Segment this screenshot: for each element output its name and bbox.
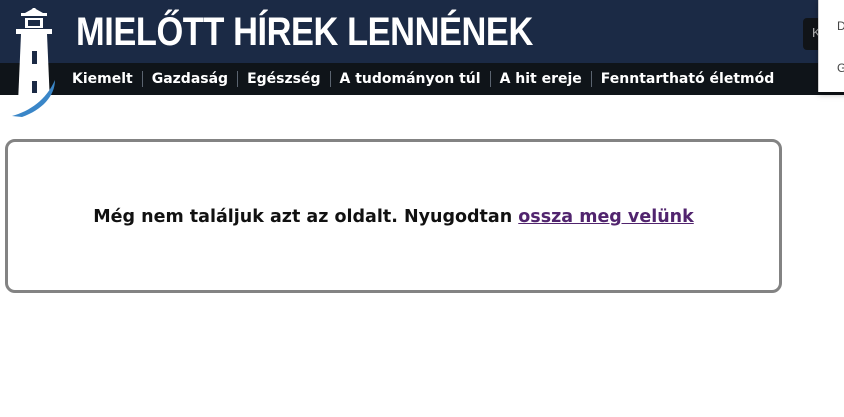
nav-items: Kiemelt Gazdaság Egészség A tudományon t… (63, 63, 783, 95)
nav-item-egeszseg[interactable]: Egészség (238, 71, 329, 87)
main-navigation: Kiemelt Gazdaság Egészség A tudományon t… (0, 63, 844, 95)
nav-item-a-hit-ereje[interactable]: A hit ereje (491, 71, 591, 87)
nav-item-gazdasag[interactable]: Gazdaság (143, 71, 237, 87)
share-with-us-link[interactable]: ossza meg velünk (518, 207, 694, 227)
nav-item-a-tudomanyon-tul[interactable]: A tudományon túl (331, 71, 490, 87)
header-top-bar: MIELŐTT HÍREK LENNÉNEK (0, 0, 844, 63)
search-dropdown: D G (818, 0, 844, 92)
lighthouse-icon[interactable] (8, 8, 60, 120)
dropdown-item[interactable]: D (837, 19, 844, 33)
not-found-text: Még nem találjuk azt az oldalt. Nyugodta… (93, 207, 513, 227)
nav-item-fenntarthato-eletmod[interactable]: Fenntartható életmód (592, 71, 783, 87)
not-found-message: Még nem találjuk azt az oldalt. Nyugodta… (8, 207, 779, 227)
not-found-message-box: Még nem találjuk azt az oldalt. Nyugodta… (5, 139, 782, 293)
nav-item-kiemelt[interactable]: Kiemelt (63, 71, 142, 87)
dropdown-item[interactable]: G (837, 61, 844, 75)
site-title[interactable]: MIELŐTT HÍREK LENNÉNEK (76, 6, 533, 58)
